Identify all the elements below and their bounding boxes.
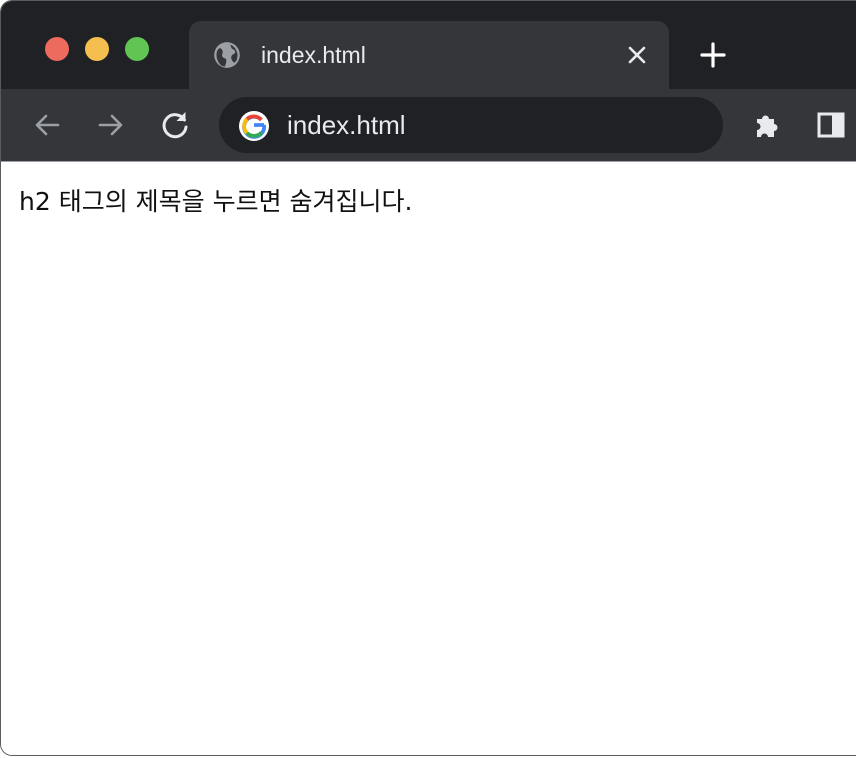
plus-icon[interactable] (699, 41, 727, 69)
close-icon[interactable] (625, 43, 649, 67)
browser-window: index.html index.html h2 태그의 제목을 누르면 숨겨집… (0, 0, 856, 756)
tab-index-html[interactable]: index.html (189, 21, 669, 89)
address-bar[interactable]: index.html (219, 97, 723, 153)
tab-title: index.html (261, 42, 366, 68)
browser-toolbar: index.html (1, 89, 856, 161)
minimize-window-button[interactable] (85, 37, 109, 61)
arrow-right-icon[interactable] (95, 109, 127, 141)
page-text: h2 태그의 제목을 누르면 숨겨집니다. (19, 187, 413, 216)
url-text: index.html (287, 110, 406, 140)
globe-icon (214, 42, 240, 68)
arrow-left-icon[interactable] (31, 109, 63, 141)
puzzle-icon[interactable] (751, 109, 783, 141)
google-icon (239, 111, 269, 141)
tab-strip: index.html (1, 1, 856, 89)
reload-icon[interactable] (159, 109, 191, 141)
close-window-button[interactable] (45, 37, 69, 61)
zoom-window-button[interactable] (125, 37, 149, 61)
side-panel-icon[interactable] (815, 109, 847, 141)
page-content: h2 태그의 제목을 누르면 숨겨집니다. (1, 161, 856, 755)
